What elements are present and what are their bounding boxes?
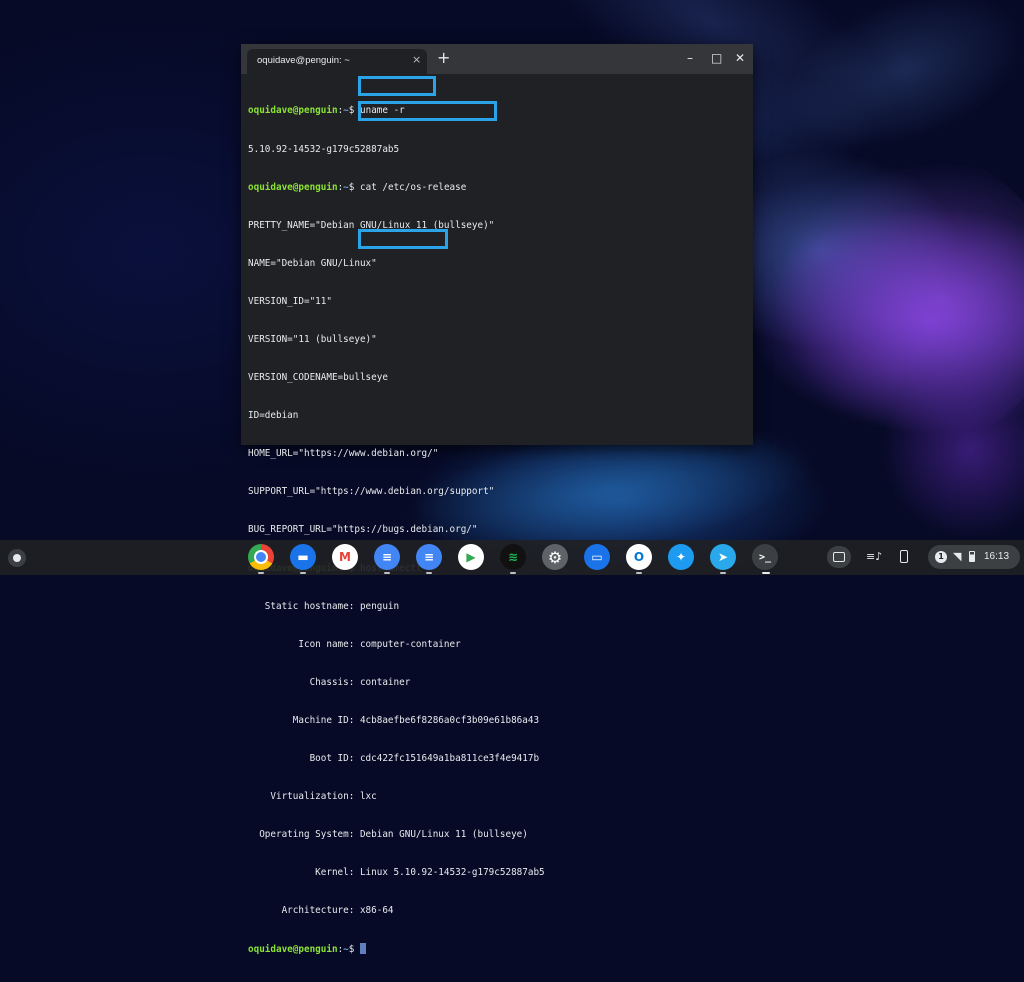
settings-icon[interactable]: ⚙ [542,544,568,570]
phone-icon [900,550,908,563]
output-line: BUG_REPORT_URL="https://bugs.debian.org/… [248,524,478,536]
messages-icon[interactable]: ▭ [584,544,610,570]
prompt-line: oquidave@penguin:~$ uname -r [248,105,749,118]
twitter-icon[interactable]: ✦ [668,544,694,570]
prompt-line: oquidave@penguin:~$ [248,943,749,956]
terminal-icon[interactable]: >_ [752,544,778,570]
chrome-icon[interactable] [248,544,274,570]
terminal-output[interactable]: oquidave@penguin:~$ uname -r 5.10.92-145… [248,80,749,955]
prompt-user: oquidave@penguin [248,181,338,193]
output-line: VERSION_ID="11" [248,295,332,307]
prompt-dollar: $ [348,105,355,117]
output-line: Static hostname: penguin [248,600,400,612]
output-line: NAME="Debian GNU/Linux" [248,257,377,269]
output-line: Icon name: computer-container [248,638,461,650]
output-line: Operating System: Debian GNU/Linux 11 (b… [248,829,528,841]
output-line: Boot ID: cdc422fc151649a1ba811ce3f4e9417… [248,753,540,764]
holding-space-tray[interactable] [827,546,851,568]
gmail-glyph: M [339,550,351,564]
shelf: ▬ M ≡ ≡ ▶ ≋ ⚙ ▭ O ✦ ➤ >_ ≡♪ 1 ◥ 16:13 [0,540,1024,575]
running-indicator [384,572,390,574]
output-line: VERSION_CODENAME=bullseye [248,372,388,384]
output-line: Chassis: container [248,676,411,688]
terminal-titlebar[interactable]: oquidave@penguin: ~ × + – □ ✕ [241,44,753,74]
files-icon[interactable]: ▬ [290,544,316,570]
spotify-icon[interactable]: ≋ [500,544,526,570]
running-indicator [426,572,432,574]
battery-icon [969,551,975,562]
outlook-icon[interactable]: O [626,544,652,570]
notification-count: 1 [935,551,947,563]
media-controls-tray[interactable]: ≡♪ [860,546,884,568]
prompt-user: oquidave@penguin [248,944,338,956]
highlight-box [358,229,448,249]
running-indicator [762,572,770,574]
spotify-glyph: ≋ [507,550,519,564]
docs-glyph: ≡ [423,550,435,564]
docs-icon[interactable]: ≡ [416,544,442,570]
settings-glyph: ⚙ [547,547,563,567]
docs-glyph: ≡ [381,550,393,564]
wifi-icon: ◥ [953,550,962,563]
prompt-dollar: $ [348,944,355,956]
highlight-box [358,76,436,96]
terminal-glyph: >_ [758,551,772,563]
prompt-line: oquidave@penguin:~$ cat /etc/os-release [248,182,749,195]
output-line: Architecture: x86-64 [248,905,394,917]
play-store-icon[interactable]: ▶ [458,544,484,570]
twitter-glyph: ✦ [675,550,687,564]
launcher-button[interactable] [8,549,26,567]
output-line: HOME_URL="https://www.debian.org/" [248,448,439,460]
output-line: VERSION="11 (bullseye)" [248,333,377,345]
running-indicator [510,572,516,574]
phone-hub-tray[interactable] [892,546,916,568]
files-glyph: ▬ [297,550,309,564]
prompt-user: oquidave@penguin [248,105,338,117]
output-line: ID=debian [248,410,299,422]
output-line: Kernel: Linux 5.10.92-14532-g179c52887ab… [248,867,545,879]
telegram-icon[interactable]: ➤ [710,544,736,570]
terminal-tab[interactable]: oquidave@penguin: ~ × [247,49,427,74]
output-line: 5.10.92-14532-g179c52887ab5 [248,143,400,155]
output-line: SUPPORT_URL="https://www.debian.org/supp… [248,486,495,498]
tab-title: oquidave@penguin: ~ [257,55,350,66]
highlight-box [358,101,497,121]
gmail-icon[interactable]: M [332,544,358,570]
output-line: Virtualization: lxc [248,791,377,803]
clock: 16:13 [984,551,1010,562]
output-line: Machine ID: 4cb8aefbe6f8286a0cf3b09e61b8… [248,714,540,726]
minimize-button[interactable]: – [687,51,693,65]
command-text: cat /etc/os-release [360,181,467,193]
holding-space-icon [833,552,845,562]
maximize-button[interactable]: □ [711,51,722,65]
outlook-glyph: O [633,550,645,564]
running-indicator [720,572,726,574]
docs-icon[interactable]: ≡ [374,544,400,570]
telegram-glyph: ➤ [717,550,729,564]
running-indicator [258,572,264,574]
running-indicator [300,572,306,574]
play-store-glyph: ▶ [466,550,476,564]
running-indicator [636,572,642,574]
messages-glyph: ▭ [591,550,603,564]
close-button[interactable]: ✕ [735,51,745,65]
terminal-window[interactable]: oquidave@penguin: ~ × + – □ ✕ oquidave@p… [241,44,753,955]
prompt-dollar: $ [348,181,355,193]
new-tab-button[interactable]: + [437,50,450,66]
terminal-cursor [360,943,366,955]
tab-close-icon[interactable]: × [412,53,421,66]
media-controls-icon: ≡♪ [866,550,883,563]
output-line: PRETTY_NAME="Debian GNU/Linux 11 (bullse… [248,219,495,231]
